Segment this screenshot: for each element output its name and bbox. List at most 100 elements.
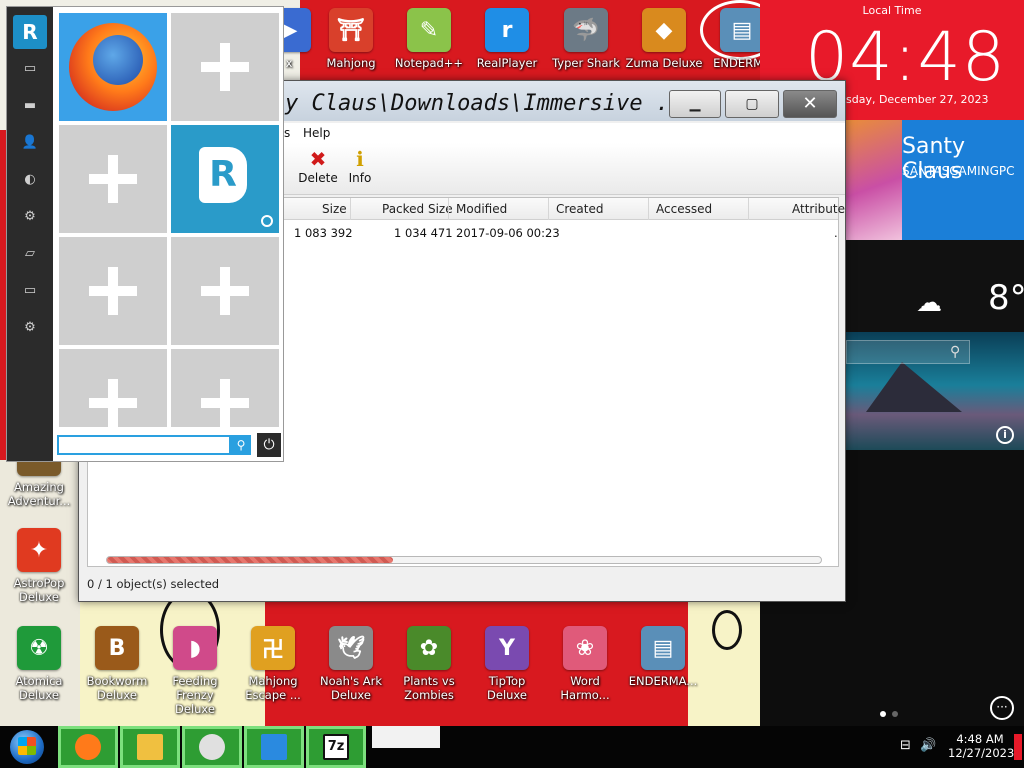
start-menu: R ▭ ▬ 👤 ◐ ⚙ ▱ ▭ ⚙ R ⚲ ⏻ [6, 6, 284, 462]
desktop-icon-feeding-frenzy-deluxe[interactable]: ◗ Feeding Frenzy Deluxe [156, 626, 234, 716]
desktop-icon-realplayer[interactable]: r RealPlayer [468, 8, 546, 70]
rail-icon[interactable]: ▬ [7, 98, 53, 113]
tile-empty[interactable] [171, 237, 279, 345]
rail-icon[interactable]: ▭ [7, 61, 53, 76]
taskbar-file-explorer[interactable] [120, 726, 180, 768]
delete-icon: ✖ [309, 147, 327, 171]
desktop-icon-label: Noah's Ark Deluxe [319, 674, 383, 702]
horizontal-scrollbar[interactable] [106, 556, 822, 564]
minimize-button[interactable]: ▁ [669, 90, 721, 118]
rail-icon[interactable]: ▱ [7, 246, 53, 261]
desktop-icon-notepad[interactable]: ✎ Notepad++ [390, 8, 468, 70]
enderma-icon: ▤ [720, 8, 764, 52]
tile-firefox[interactable] [59, 13, 167, 121]
desktop-icon-bookworm-deluxe[interactable]: B Bookworm Deluxe [78, 626, 156, 702]
taskbar-blank-item[interactable] [372, 726, 440, 748]
desktop-icon-mahjong-escape[interactable]: 卍 Mahjong Escape ... [234, 626, 312, 702]
desktop-icon-tiptop-deluxe[interactable]: Y TipTop Deluxe [468, 626, 546, 702]
search-icon[interactable]: ⚲ [950, 344, 960, 360]
show-desktop-button[interactable] [1014, 734, 1022, 760]
start-search-input[interactable] [57, 435, 231, 455]
taskbar-windows-store[interactable] [244, 726, 304, 768]
page-dot[interactable] [880, 711, 886, 717]
rail-icon[interactable]: ⚙ [7, 320, 53, 335]
desktop-icon-enderma[interactable]: ▤ ENDERMA... [624, 626, 702, 688]
tile-empty[interactable] [59, 125, 167, 233]
taskbar-7zip[interactable]: 7z [306, 726, 366, 768]
desktop-icon-word-harmo[interactable]: ❀ Word Harmo... [546, 626, 624, 702]
notepad-icon: ✎ [407, 8, 451, 52]
column-attributes[interactable]: Attribute [792, 202, 845, 216]
taskbar-chrome[interactable] [182, 726, 242, 768]
column-size[interactable]: Size [322, 202, 347, 216]
desktop-icon-astropop-deluxe[interactable]: ✦ AstroPop Deluxe [0, 528, 78, 604]
cell-packed: 1 034 471 [394, 226, 453, 240]
rail-icon[interactable]: ⚙ [7, 209, 53, 224]
desktop-icon-noah-s-ark-deluxe[interactable]: 🕊 Noah's Ark Deluxe [312, 626, 390, 702]
mahjong-escape-icon: 卍 [251, 626, 295, 670]
tile-empty[interactable] [171, 349, 279, 427]
menu-item-tools[interactable]: s [284, 126, 290, 140]
desktop-icon-plants-vs-zombies[interactable]: ✿ Plants vs Zombies [390, 626, 468, 702]
rail-icon[interactable]: ◐ [7, 172, 53, 187]
plus-icon [89, 379, 137, 427]
scrollbar-thumb[interactable] [107, 557, 393, 563]
cloud-icon: ☁ [916, 288, 942, 318]
taskbar-clock[interactable]: 4:48 AM 12/27/2023 [948, 732, 1014, 760]
desktop-icon-label: Typer Shark [552, 56, 620, 70]
plus-icon [89, 155, 137, 203]
info-label: Info [348, 171, 372, 185]
tile-app-launcher[interactable]: R [171, 125, 279, 233]
file-explorer-icon [137, 734, 163, 760]
column-accessed[interactable]: Accessed [656, 202, 712, 216]
more-options-icon[interactable]: ··· [990, 696, 1014, 720]
maximize-button[interactable]: ▢ [725, 90, 779, 118]
app-logo-icon[interactable]: R [13, 15, 47, 49]
noah-s-ark-deluxe-icon: 🕊 [329, 626, 373, 670]
weather-tile[interactable]: ☁ 8° [846, 240, 1024, 332]
desktop-icon-mahjong[interactable]: ⛩ Mahjong [312, 8, 390, 70]
temperature: 8° [988, 278, 1024, 318]
user-tile[interactable]: Santy Claus SANTASGAMINGPC [902, 120, 1024, 240]
start-button[interactable] [4, 726, 50, 768]
word-harmo-icon: ❀ [563, 626, 607, 670]
cell-modified: 2017-09-06 00:23 [456, 226, 560, 240]
column-modified[interactable]: Modified [456, 202, 507, 216]
volume-icon[interactable]: 🔊 [920, 738, 936, 753]
tile-empty[interactable] [59, 349, 167, 427]
page-indicator[interactable] [880, 702, 904, 717]
power-icon[interactable]: ⏻ [257, 433, 281, 457]
enderma-icon: ▤ [641, 626, 685, 670]
tile-empty[interactable] [171, 13, 279, 121]
taskbar-firefox[interactable] [58, 726, 118, 768]
close-button[interactable]: ✕ [783, 90, 837, 118]
search-icon[interactable]: ⚲ [231, 435, 251, 455]
info-button[interactable]: ℹ Info [337, 147, 383, 191]
mahjong-icon: ⛩ [329, 8, 373, 52]
delete-button[interactable]: ✖ Delete [295, 147, 341, 191]
desktop-icon-label: RealPlayer [476, 56, 538, 70]
wallpaper-preview-tile[interactable]: ⚲ i [846, 332, 1024, 450]
windows-store-icon [261, 734, 287, 760]
desktop-icon-atomica-deluxe[interactable]: ☢ Atomica Deluxe [0, 626, 78, 702]
desktop-icon-label: Plants vs Zombies [403, 674, 455, 702]
page-dot[interactable] [892, 711, 898, 717]
rail-icon[interactable]: 👤 [7, 135, 53, 150]
plus-icon [89, 267, 137, 315]
tile-empty[interactable] [59, 237, 167, 345]
rail-icon[interactable]: ▭ [7, 283, 53, 298]
windows-logo-icon [18, 737, 36, 755]
menu-item-help[interactable]: Help [303, 126, 330, 140]
column-packed-size[interactable]: Packed Size [382, 202, 453, 216]
desktop-icon-label: Mahjong [326, 56, 376, 70]
network-icon[interactable]: ⊟ [900, 738, 911, 753]
7zip-icon: 7z [323, 734, 349, 760]
column-created[interactable]: Created [556, 202, 604, 216]
desktop-icon-label: AstroPop Deluxe [13, 576, 65, 604]
desktop-icon-zuma-deluxe[interactable]: ◆ Zuma Deluxe [625, 8, 703, 70]
info-icon[interactable]: i [996, 426, 1014, 444]
spinner-icon [261, 215, 273, 227]
status-bar: 0 / 1 object(s) selected [87, 577, 220, 591]
desktop-icon-label: Amazing Adventur... [7, 480, 71, 508]
desktop-icon-typer-shark[interactable]: 🦈 Typer Shark [547, 8, 625, 70]
